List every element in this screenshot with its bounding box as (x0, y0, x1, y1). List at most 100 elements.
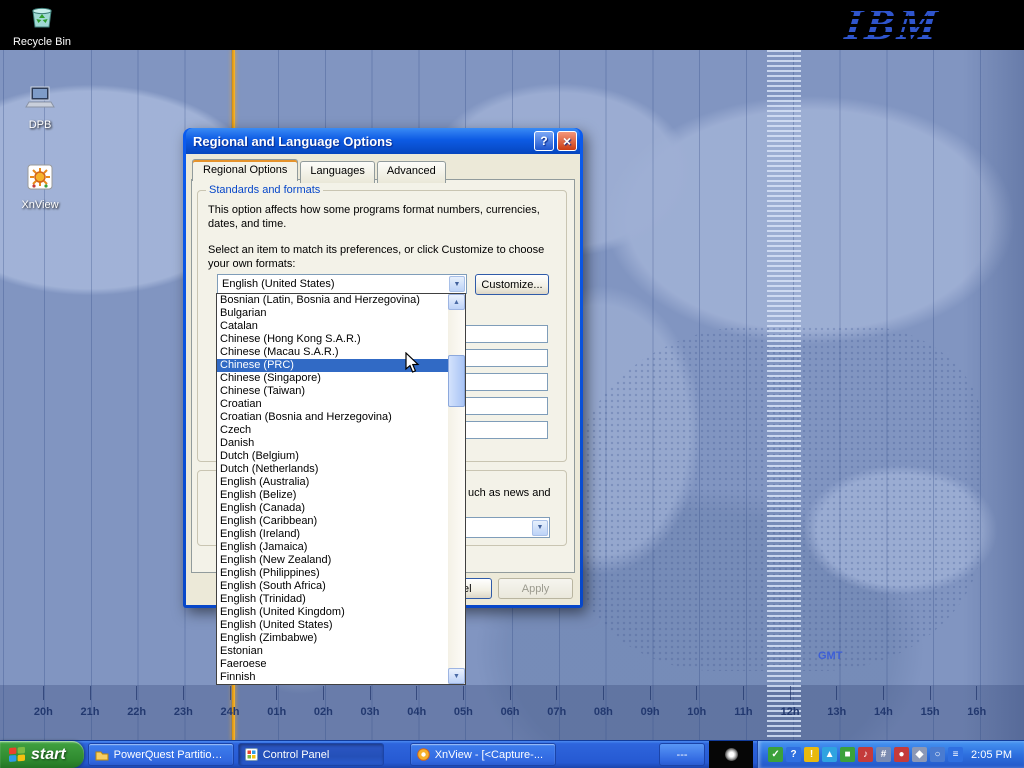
hour-label: 21h (67, 686, 114, 718)
tray-icon[interactable]: # (876, 747, 891, 762)
list-item[interactable]: Croatian (217, 398, 448, 411)
list-item[interactable]: Danish (217, 437, 448, 450)
list-item[interactable]: Bosnian (Latin, Bosnia and Herzegovina) (217, 294, 448, 307)
round-icon (725, 748, 738, 761)
list-item[interactable]: Bulgarian (217, 307, 448, 320)
desktop-icon-xnview[interactable]: XnView (4, 162, 76, 211)
scroll-up-icon[interactable]: ▲ (448, 294, 465, 310)
hour-label: 07h (533, 686, 580, 718)
tray-icon[interactable]: ! (804, 747, 819, 762)
dialog-titlebar[interactable]: Regional and Language Options ? × (186, 128, 580, 154)
desktop-icon-recycle-bin[interactable]: Recycle Bin (6, 3, 78, 48)
tray-icon[interactable]: ✓ (768, 747, 783, 762)
list-item[interactable]: English (United States) (217, 619, 448, 632)
list-item[interactable]: Chinese (Hong Kong S.A.R.) (217, 333, 448, 346)
close-button[interactable]: × (557, 131, 577, 151)
hour-label: 09h (627, 686, 674, 718)
taskbar-gap (384, 741, 406, 768)
hour-label: 03h (347, 686, 394, 718)
apply-button[interactable]: Apply (498, 578, 573, 599)
list-item[interactable]: English (New Zealand) (217, 554, 448, 567)
taskbar-task-control-panel[interactable]: Control Panel (238, 743, 384, 766)
tray-icon[interactable]: ? (786, 747, 801, 762)
hour-label: 22h (113, 686, 160, 718)
tray-icon[interactable]: ◆ (912, 747, 927, 762)
hour-scale: 20h 21h 22h 23h 24h 01h 02h 03h 04h 05h … (0, 686, 1024, 718)
customize-button[interactable]: Customize... (475, 274, 549, 295)
list-item[interactable]: English (Ireland) (217, 528, 448, 541)
list-item[interactable]: Catalan (217, 320, 448, 333)
hour-label: 11h (720, 686, 767, 718)
tray-icon[interactable]: ■ (840, 747, 855, 762)
recycle-bin-icon (29, 3, 55, 29)
desktop-icon-dpb[interactable]: DPB (4, 84, 76, 131)
xnview-icon (24, 162, 56, 192)
taskbar-black-band[interactable] (709, 741, 753, 768)
ibm-logo-stripes (843, 3, 942, 47)
format-combobox[interactable]: English (United States) ▼ (217, 274, 467, 294)
icon-label: Recycle Bin (6, 36, 78, 48)
tray-icon[interactable]: ≡ (948, 747, 963, 762)
folder-icon (95, 749, 109, 761)
scrollbar-thumb[interactable] (448, 355, 465, 407)
standards-description: This option affects how some programs fo… (208, 203, 558, 231)
tab-languages[interactable]: Languages (300, 161, 374, 183)
control-panel-icon (245, 748, 258, 761)
list-item[interactable]: English (Trinidad) (217, 593, 448, 606)
tray-icon[interactable]: ● (894, 747, 909, 762)
tab-advanced[interactable]: Advanced (377, 161, 446, 183)
list-item[interactable]: Dutch (Belgium) (217, 450, 448, 463)
hour-label: 10h (673, 686, 720, 718)
laptop-icon (24, 84, 56, 112)
standards-instruction: Select an item to match its preferences,… (208, 243, 558, 271)
chevron-down-icon[interactable]: ▼ (532, 520, 548, 536)
dialog-title: Regional and Language Options (193, 134, 531, 149)
xnview-task-icon (417, 748, 430, 761)
hour-label: 01h (253, 686, 300, 718)
list-item[interactable]: English (South Africa) (217, 580, 448, 593)
list-item[interactable]: Estonian (217, 645, 448, 658)
taskbar-band-button[interactable]: --- (659, 743, 705, 766)
list-item[interactable]: English (Canada) (217, 502, 448, 515)
scrollbar-track[interactable] (448, 310, 465, 668)
list-item[interactable]: Finnish (217, 671, 448, 684)
tray-icon[interactable]: ♪ (858, 747, 873, 762)
scrollbar[interactable]: ▲ ▼ (448, 294, 465, 684)
tray-icon[interactable]: ○ (930, 747, 945, 762)
list-item[interactable]: Faeroese (217, 658, 448, 671)
windows-logo-icon (8, 746, 26, 763)
help-button[interactable]: ? (534, 131, 554, 151)
hour-label: 08h (580, 686, 627, 718)
tab-regional-options[interactable]: Regional Options (192, 159, 298, 181)
task-label: XnView - [<Capture-... (435, 749, 543, 761)
list-item[interactable]: Croatian (Bosnia and Herzegovina) (217, 411, 448, 424)
list-item[interactable]: English (Australia) (217, 476, 448, 489)
list-item[interactable]: English (Philippines) (217, 567, 448, 580)
chevron-down-icon[interactable]: ▼ (449, 276, 465, 292)
list-item[interactable]: English (United Kingdom) (217, 606, 448, 619)
list-item[interactable]: English (Zimbabwe) (217, 632, 448, 645)
tray-icon[interactable]: ▲ (822, 747, 837, 762)
location-text-fragment: uch as news and (468, 487, 551, 499)
list-item[interactable]: Czech (217, 424, 448, 437)
format-combobox-value: English (United States) (218, 278, 448, 290)
list-item[interactable]: English (Belize) (217, 489, 448, 502)
scroll-down-icon[interactable]: ▼ (448, 668, 465, 684)
taskbar-task-powerquest[interactable]: PowerQuest Partition... (88, 743, 234, 766)
taskbar-clock[interactable]: 2:05 PM (966, 749, 1020, 761)
icon-label: DPB (4, 119, 76, 131)
list-item[interactable]: English (Caribbean) (217, 515, 448, 528)
start-button[interactable]: start (0, 741, 84, 768)
list-item[interactable]: English (Jamaica) (217, 541, 448, 554)
task-label: Control Panel (263, 749, 330, 761)
system-tray: ✓ ? ! ▲ ■ ♪ # ● ◆ ○ ≡ 2:05 PM (757, 741, 1024, 768)
list-item[interactable]: Chinese (Taiwan) (217, 385, 448, 398)
top-black-bar: Recycle Bin IBM (0, 0, 1024, 50)
taskbar: start PowerQuest Partition... Control Pa… (0, 740, 1024, 768)
taskbar-task-xnview[interactable]: XnView - [<Capture-... (410, 743, 556, 766)
list-item[interactable]: Dutch (Netherlands) (217, 463, 448, 476)
hour-label: 16h (953, 686, 1000, 718)
tab-strip: Regional Options Languages Advanced (192, 159, 448, 181)
hour-label: 24h (207, 686, 254, 718)
hour-label: 13h (813, 686, 860, 718)
